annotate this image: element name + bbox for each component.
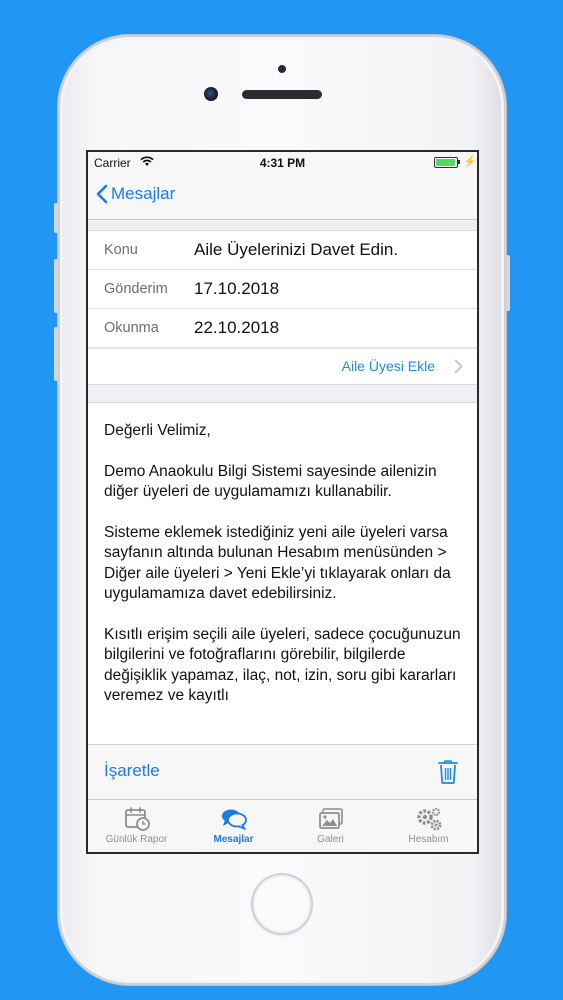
message-paragraph: Kısıtlı erişim seçili aile üyeleri, sade… (104, 626, 461, 705)
message-text: Değerli Velimiz, Demo Anaokulu Bilgi Sis… (88, 403, 477, 707)
message-paragraph: Demo Anaokulu Bilgi Sistemi sayesinde ai… (104, 462, 437, 501)
trash-icon[interactable] (438, 759, 458, 790)
detail-label: Gönderim (104, 281, 168, 297)
detail-value: 22.10.2018 (194, 318, 280, 337)
add-family-member-label: Aile Üyesi Ekle (341, 358, 435, 374)
status-bar: Carrier 4:31 PM ⚡ (88, 152, 477, 172)
message-action-bar: İşaretle (88, 744, 477, 799)
gallery-icon (318, 808, 343, 829)
mute-switch (54, 203, 58, 233)
tab-account[interactable]: Hesabım (380, 800, 477, 852)
gears-icon (416, 807, 441, 831)
volume-up-button (54, 259, 58, 313)
navigation-bar: Mesajlar (88, 172, 477, 220)
detail-value: 17.10.2018 (194, 279, 280, 298)
back-button[interactable]: Mesajlar (96, 184, 175, 204)
mark-button[interactable]: İşaretle (104, 761, 160, 781)
power-button (506, 255, 510, 311)
detail-row-sent: Gönderim 17.10.2018 (88, 270, 477, 309)
calendar-clock-icon (124, 807, 150, 831)
chevron-left-icon (96, 184, 108, 204)
home-button[interactable] (251, 873, 313, 935)
front-camera (204, 87, 218, 101)
battery-tip (458, 160, 460, 164)
proximity-sensor (278, 65, 286, 73)
tab-label: Mesajlar (213, 834, 254, 845)
detail-row-subject: Konu Aile Üyelerinizi Davet Edin. (88, 231, 477, 270)
tab-gallery[interactable]: Galeri (282, 800, 379, 852)
status-time: 4:31 PM (259, 156, 306, 170)
chat-bubbles-icon (221, 809, 247, 830)
volume-down-button (54, 327, 58, 381)
app-screen: Carrier 4:31 PM ⚡ Mesajlar Konu Aile Üye… (88, 152, 477, 852)
tab-label: Galeri (317, 834, 344, 845)
charging-bolt-icon: ⚡ (463, 156, 477, 168)
detail-label: Konu (104, 242, 138, 258)
earpiece-speaker (242, 90, 322, 99)
battery-icon (434, 157, 458, 168)
back-button-label: Mesajlar (111, 184, 176, 203)
tab-daily-report[interactable]: Günlük Rapor (88, 800, 185, 852)
message-details: Konu Aile Üyelerinizi Davet Edin. Gönder… (88, 230, 477, 385)
message-paragraph: Sisteme eklemek istediğiniz yeni aile üy… (104, 524, 451, 603)
tab-label: Günlük Rapor (105, 834, 168, 845)
message-body: Değerli Velimiz, Demo Anaokulu Bilgi Sis… (88, 402, 477, 745)
detail-row-read: Okunma 22.10.2018 (88, 309, 477, 348)
chevron-right-icon (454, 359, 463, 374)
tab-label: Hesabım (408, 834, 449, 845)
detail-value: Aile Üyelerinizi Davet Edin. (194, 240, 399, 259)
tab-messages[interactable]: Mesajlar (185, 800, 282, 852)
message-paragraph: Değerli Velimiz, (104, 422, 211, 439)
detail-label: Okunma (104, 320, 159, 336)
add-family-member-row[interactable]: Aile Üyesi Ekle (88, 348, 477, 384)
tab-bar: Günlük Rapor Mesajlar Galeri Hesabım (88, 799, 477, 852)
